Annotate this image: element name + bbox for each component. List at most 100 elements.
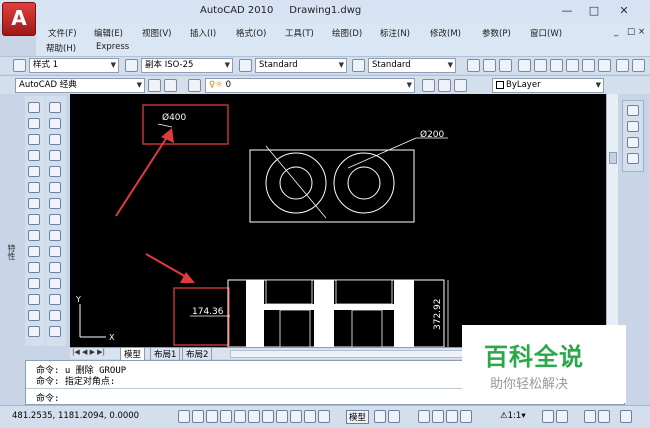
workspace-select[interactable]: AutoCAD 经典 ▼ bbox=[15, 78, 145, 93]
drawing-canvas[interactable]: Ø200 Ø400 174.36 372.92 Y X bbox=[70, 94, 606, 348]
grid-display-icon[interactable] bbox=[206, 410, 218, 423]
dim-text-400[interactable]: Ø400 bbox=[162, 112, 187, 123]
annotation-visibility-icon[interactable] bbox=[542, 410, 554, 423]
quick-view-drawings-icon[interactable] bbox=[388, 410, 400, 423]
tab-layout1[interactable]: 布局1 bbox=[150, 347, 181, 361]
maximize-button[interactable]: □ bbox=[583, 3, 605, 19]
menu-modify[interactable]: 修改(M) bbox=[430, 27, 461, 39]
make-block-icon[interactable] bbox=[28, 294, 40, 305]
layer-select[interactable]: ♀☼ 0 ▼ bbox=[205, 78, 415, 93]
menu-express[interactable]: Express bbox=[96, 42, 129, 52]
menu-help[interactable]: 帮助(H) bbox=[46, 42, 76, 54]
polyline-icon[interactable] bbox=[28, 134, 40, 145]
layer-previous-icon[interactable] bbox=[438, 79, 451, 92]
multileader-style-select[interactable]: Standard ▼ bbox=[368, 58, 456, 73]
ellipse-icon[interactable] bbox=[28, 246, 40, 257]
revcloud-icon[interactable] bbox=[28, 214, 40, 225]
fillet-icon[interactable] bbox=[49, 326, 61, 337]
steering-wheel-icon[interactable] bbox=[446, 410, 458, 423]
scale-icon[interactable] bbox=[49, 214, 61, 225]
text-style-icon[interactable] bbox=[13, 59, 26, 72]
quick-properties-icon[interactable] bbox=[318, 410, 330, 423]
erase-icon[interactable] bbox=[49, 102, 61, 113]
text-style-select[interactable]: 样式 1 ▼ bbox=[29, 58, 119, 73]
layer-state-icon[interactable] bbox=[188, 79, 201, 92]
table-style-select[interactable]: Standard ▼ bbox=[255, 58, 347, 73]
rectangle-icon[interactable] bbox=[28, 166, 40, 177]
coordinate-readout[interactable]: 481.2535, 1181.2094, 0.0000 bbox=[12, 411, 139, 421]
hatch-icon[interactable] bbox=[28, 326, 40, 337]
dim-style-icon[interactable] bbox=[125, 59, 138, 72]
save-icon[interactable] bbox=[499, 59, 512, 72]
offset-icon[interactable] bbox=[49, 150, 61, 161]
lineweight-icon[interactable] bbox=[304, 410, 316, 423]
spline-icon[interactable] bbox=[28, 230, 40, 241]
polygon-icon[interactable] bbox=[28, 150, 40, 161]
ellipse-arc-icon[interactable] bbox=[28, 262, 40, 273]
minimize-button[interactable]: — bbox=[556, 3, 578, 19]
3d-print-icon[interactable] bbox=[566, 59, 579, 72]
dim-style-select[interactable]: 副本 ISO-25 ▼ bbox=[141, 58, 233, 73]
pan-icon[interactable] bbox=[418, 410, 430, 423]
snap-mode-icon[interactable] bbox=[192, 410, 204, 423]
workspace-settings-icon[interactable] bbox=[148, 79, 161, 92]
right-outer-circle[interactable] bbox=[333, 152, 395, 214]
dim-text-174[interactable]: 174.36 bbox=[192, 307, 224, 317]
left-outer-circle[interactable] bbox=[265, 152, 327, 214]
left-inner-circle[interactable] bbox=[279, 166, 313, 200]
polar-tracking-icon[interactable] bbox=[234, 410, 246, 423]
infer-constraints-icon[interactable] bbox=[178, 410, 190, 423]
layer-properties-icon[interactable] bbox=[164, 79, 177, 92]
vertical-scrollbar[interactable] bbox=[606, 94, 618, 347]
open-icon[interactable] bbox=[483, 59, 496, 72]
stretch-icon[interactable] bbox=[49, 230, 61, 241]
properties-palette-strip[interactable]: 特性 bbox=[0, 94, 24, 360]
array-icon[interactable] bbox=[49, 166, 61, 177]
layer-iso-icon[interactable] bbox=[454, 79, 467, 92]
scrollbar-thumb[interactable] bbox=[609, 152, 617, 164]
make-current-icon[interactable] bbox=[422, 79, 435, 92]
plot-icon[interactable] bbox=[518, 59, 531, 72]
mirror-icon[interactable] bbox=[49, 134, 61, 145]
doc-restore-button[interactable]: □ bbox=[627, 27, 635, 37]
quick-view-layouts-icon[interactable] bbox=[374, 410, 386, 423]
extend-icon[interactable] bbox=[49, 262, 61, 273]
menu-window[interactable]: 窗口(W) bbox=[530, 27, 562, 39]
arc-icon[interactable] bbox=[28, 182, 40, 193]
showmotion-icon[interactable] bbox=[460, 410, 472, 423]
cut-icon[interactable] bbox=[616, 59, 629, 72]
multileader-style-icon[interactable] bbox=[352, 59, 365, 72]
color-select[interactable]: ByLayer ▼ bbox=[492, 78, 604, 93]
line-icon[interactable] bbox=[28, 102, 40, 113]
toolbar-lock-icon[interactable] bbox=[598, 410, 610, 423]
chamfer-icon[interactable] bbox=[49, 310, 61, 321]
construction-line-icon[interactable] bbox=[28, 118, 40, 129]
bring-to-front-icon[interactable] bbox=[627, 105, 639, 116]
menu-view[interactable]: 视图(V) bbox=[142, 27, 171, 39]
menu-edit[interactable]: 编辑(E) bbox=[94, 27, 123, 39]
menu-tools[interactable]: 工具(T) bbox=[285, 27, 314, 39]
dynamic-input-icon[interactable] bbox=[290, 410, 302, 423]
join-icon[interactable] bbox=[49, 294, 61, 305]
close-button[interactable]: ✕ bbox=[613, 3, 635, 19]
plot-preview-icon[interactable] bbox=[534, 59, 547, 72]
object-snap-icon[interactable] bbox=[248, 410, 260, 423]
properties-icon[interactable] bbox=[598, 59, 611, 72]
ortho-mode-icon[interactable] bbox=[220, 410, 232, 423]
break-icon[interactable] bbox=[49, 278, 61, 289]
menu-draw[interactable]: 绘图(D) bbox=[332, 27, 362, 39]
table-style-icon[interactable] bbox=[239, 59, 252, 72]
doc-close-button[interactable]: × bbox=[638, 27, 645, 37]
trim-icon[interactable] bbox=[49, 246, 61, 257]
point-icon[interactable] bbox=[28, 310, 40, 321]
auto-scale-icon[interactable] bbox=[556, 410, 568, 423]
dim-text-372[interactable]: 372.92 bbox=[433, 299, 443, 331]
insert-block-icon[interactable] bbox=[28, 278, 40, 289]
etransmit-icon[interactable] bbox=[582, 59, 595, 72]
dynamic-ucs-icon[interactable] bbox=[276, 410, 288, 423]
send-under-icon[interactable] bbox=[627, 153, 639, 164]
publish-icon[interactable] bbox=[550, 59, 563, 72]
copy-object-icon[interactable] bbox=[49, 118, 61, 129]
send-to-back-icon[interactable] bbox=[627, 121, 639, 132]
zoom-icon[interactable] bbox=[432, 410, 444, 423]
